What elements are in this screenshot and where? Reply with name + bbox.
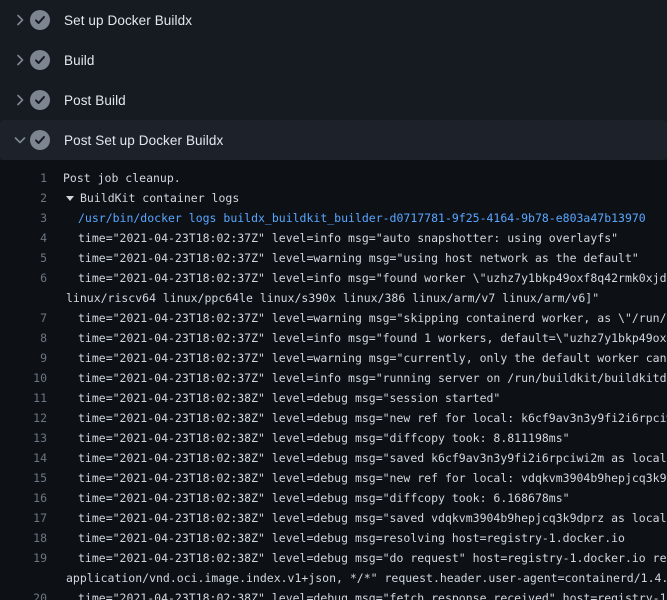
step-title: Build <box>64 53 95 68</box>
log-line: 13 time="2021-04-23T18:02:38Z" level=debu… <box>0 428 667 448</box>
chevron-right-icon[interactable] <box>12 12 28 28</box>
log-group-label: BuildKit container logs <box>80 191 239 205</box>
step-title: Post Set up Docker Buildx <box>64 133 223 148</box>
log-line-number[interactable]: 10 <box>0 368 47 388</box>
log-line-number <box>0 288 47 308</box>
log-line: 1 Post job cleanup. <box>0 168 667 188</box>
log-line: 18 time="2021-04-23T18:02:38Z" level=debu… <box>0 528 667 548</box>
log-line: 6 time="2021-04-23T18:02:37Z" level=info … <box>0 268 667 288</box>
log-line-text: time="2021-04-23T18:02:38Z" level=debug … <box>78 388 500 408</box>
chevron-down-icon[interactable] <box>12 132 28 148</box>
log-line-number[interactable]: 16 <box>0 488 47 508</box>
step-row-post-build[interactable]: Post Build <box>0 80 667 120</box>
step-row-post-set-up-docker-buildx[interactable]: Post Set up Docker Buildx <box>0 120 667 160</box>
chevron-right-icon[interactable] <box>12 52 28 68</box>
log-line-text: time="2021-04-23T18:02:38Z" level=debug … <box>78 528 625 548</box>
log-line: linux/riscv64 linux/ppc64le linux/s390x … <box>0 288 667 308</box>
log-line: 16 time="2021-04-23T18:02:38Z" level=debu… <box>0 488 667 508</box>
check-circle-icon <box>30 10 50 30</box>
log-line-number[interactable]: 3 <box>0 208 47 228</box>
log-line-text: application/vnd.oci.image.index.v1+json,… <box>66 568 667 588</box>
log-line-text: Post job cleanup. <box>63 168 181 188</box>
log-group-content[interactable]: BuildKit container logs <box>66 188 239 208</box>
log-line-text: time="2021-04-23T18:02:38Z" level=debug … <box>78 548 667 568</box>
log-line-number[interactable]: 13 <box>0 428 47 448</box>
log-line-text: time="2021-04-23T18:02:37Z" level=warnin… <box>78 308 667 328</box>
log-line-number[interactable]: 6 <box>0 268 47 288</box>
log-line: 15 time="2021-04-23T18:02:38Z" level=debu… <box>0 468 667 488</box>
step-row-set-up-docker-buildx[interactable]: Set up Docker Buildx <box>0 0 667 40</box>
log-line-number[interactable]: 7 <box>0 308 47 328</box>
check-circle-icon <box>30 50 50 70</box>
log-line-text: time="2021-04-23T18:02:37Z" level=info m… <box>78 268 667 288</box>
log-line-text: time="2021-04-23T18:02:37Z" level=info m… <box>78 228 618 248</box>
log-line-number[interactable]: 11 <box>0 388 47 408</box>
log-line: 14 time="2021-04-23T18:02:38Z" level=debu… <box>0 448 667 468</box>
step-title: Set up Docker Buildx <box>64 13 192 28</box>
log-line-number[interactable]: 5 <box>0 248 47 268</box>
log-line: 5 time="2021-04-23T18:02:37Z" level=warni… <box>0 248 667 268</box>
log-line-text: time="2021-04-23T18:02:38Z" level=debug … <box>78 408 667 428</box>
log-line: 4 time="2021-04-23T18:02:37Z" level=info … <box>0 228 667 248</box>
log-line-number[interactable]: 15 <box>0 468 47 488</box>
log-line-text: time="2021-04-23T18:02:37Z" level=warnin… <box>78 248 639 268</box>
log-line-text: time="2021-04-23T18:02:38Z" level=debug … <box>78 468 667 488</box>
log-group-row[interactable]: 2 BuildKit container logs <box>0 188 667 208</box>
log-line-text: time="2021-04-23T18:02:38Z" level=debug … <box>78 488 570 508</box>
log-line-text: linux/riscv64 linux/ppc64le linux/s390x … <box>66 288 599 308</box>
check-circle-icon <box>30 90 50 110</box>
check-circle-icon <box>30 130 50 150</box>
log-line: 11 time="2021-04-23T18:02:38Z" level=debu… <box>0 388 667 408</box>
log-line-text: time="2021-04-23T18:02:38Z" level=debug … <box>78 448 667 468</box>
log-line: 20 time="2021-04-23T18:02:38Z" level=debu… <box>0 588 667 600</box>
log-command-text: /usr/bin/docker logs buildx_buildkit_bui… <box>78 208 646 228</box>
log-line-number[interactable]: 2 <box>0 188 47 208</box>
log-line-number <box>0 568 47 588</box>
log-line: 7 time="2021-04-23T18:02:37Z" level=warni… <box>0 308 667 328</box>
chevron-right-icon[interactable] <box>12 92 28 108</box>
log-pane: 1 Post job cleanup. 2 BuildKit container lo… <box>0 160 667 600</box>
step-row-build[interactable]: Build <box>0 40 667 80</box>
log-line-number[interactable]: 19 <box>0 548 47 568</box>
log-line-number[interactable]: 9 <box>0 348 47 368</box>
log-line-number[interactable]: 4 <box>0 228 47 248</box>
log-line-text: time="2021-04-23T18:02:37Z" level=info m… <box>78 328 667 348</box>
log-line-number[interactable]: 8 <box>0 328 47 348</box>
triangle-down-icon[interactable] <box>66 196 74 201</box>
log-line: 12 time="2021-04-23T18:02:38Z" level=debu… <box>0 408 667 428</box>
log-line-number[interactable]: 1 <box>0 168 47 188</box>
log-line-text: time="2021-04-23T18:02:37Z" level=info m… <box>78 368 667 388</box>
log-line: 3/usr/bin/docker logs buildx_buildkit_bu… <box>0 208 667 228</box>
log-line-text: time="2021-04-23T18:02:38Z" level=debug … <box>78 508 667 528</box>
log-line: 9 time="2021-04-23T18:02:37Z" level=warni… <box>0 348 667 368</box>
log-line-number[interactable]: 14 <box>0 448 47 468</box>
log-line-number[interactable]: 17 <box>0 508 47 528</box>
log-line: application/vnd.oci.image.index.v1+json,… <box>0 568 667 588</box>
log-line: 19 time="2021-04-23T18:02:38Z" level=debu… <box>0 548 667 568</box>
log-line: 8 time="2021-04-23T18:02:37Z" level=info … <box>0 328 667 348</box>
step-title: Post Build <box>64 93 126 108</box>
log-line-text: time="2021-04-23T18:02:38Z" level=debug … <box>78 428 570 448</box>
log-line-text: time="2021-04-23T18:02:38Z" level=debug … <box>78 588 667 600</box>
log-line: 10 time="2021-04-23T18:02:37Z" level=info… <box>0 368 667 388</box>
log-line-text: time="2021-04-23T18:02:37Z" level=warnin… <box>78 348 667 368</box>
steps-list: Set up Docker Buildx Build Post Build Post … <box>0 0 667 160</box>
log-line-number[interactable]: 12 <box>0 408 47 428</box>
log-line-number[interactable]: 18 <box>0 528 47 548</box>
log-line-number[interactable]: 20 <box>0 588 47 600</box>
log-line: 17 time="2021-04-23T18:02:38Z" level=debu… <box>0 508 667 528</box>
